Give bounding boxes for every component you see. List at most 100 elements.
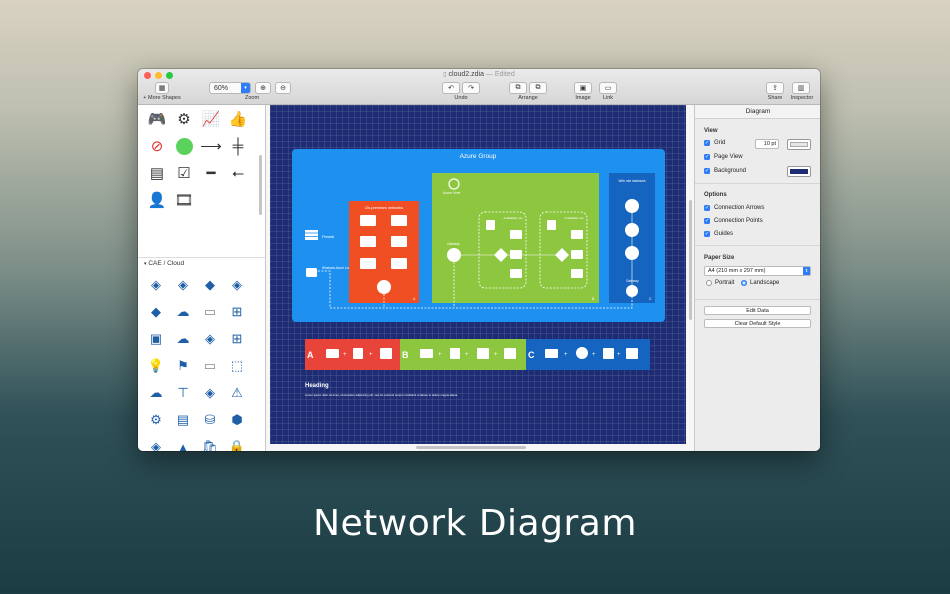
cloud-service-icon[interactable]: ◈ (173, 275, 193, 295)
gears-icon[interactable]: ⚙ (173, 108, 195, 130)
cloud-service-icon[interactable]: ◆ (200, 275, 220, 295)
checkmark-icon[interactable]: ✓ (704, 140, 710, 146)
user-silhouette-icon[interactable]: 👤 (146, 189, 168, 211)
vnet-gateway-label: Gateway (447, 242, 460, 246)
portrait-label: Portrait (715, 280, 735, 286)
section-divider (695, 245, 820, 246)
speech-bubble-icon[interactable] (173, 135, 195, 157)
cae-cloud-section-header[interactable]: ▾ CAE / Cloud (138, 257, 265, 269)
flow-database-icon (353, 348, 363, 359)
lock-icon[interactable]: 🔒 (227, 437, 247, 451)
heading-text: Heading (305, 383, 329, 389)
cloud-upload-icon[interactable]: ☁ (173, 302, 193, 322)
arrange-front-button[interactable]: ⧉ (529, 82, 547, 94)
view-section-title: View (704, 128, 718, 134)
zoom-in-button[interactable]: ⊕ (255, 82, 271, 94)
paper-size-select[interactable]: A4 (210 mm x 297 mm) ⇕ (704, 266, 811, 276)
dashed-box-icon[interactable]: ⬚ (227, 356, 247, 376)
more-shapes-label: + More Shapes (143, 95, 181, 101)
diagram-page[interactable]: Azure Group Firewall Windows Azure Load … (270, 105, 686, 444)
link-button[interactable]: ▭ (599, 82, 617, 94)
page-view-checkbox-row[interactable]: ✓ Page View (704, 154, 743, 160)
thumbs-up-icon[interactable]: 👍 (227, 108, 249, 130)
share-button[interactable]: ⇪ (766, 82, 784, 94)
shopping-bag-icon[interactable]: 🛍 (200, 437, 220, 451)
cloud-service-icon[interactable]: ◈ (146, 437, 166, 451)
cloud-service-icon[interactable]: ◆ (146, 302, 166, 322)
connection-arrows-checkbox-row[interactable]: ✓ Connection Arrows (704, 205, 764, 211)
slider-icon[interactable]: ╪ (227, 135, 249, 157)
database-icon[interactable]: ⛁ (200, 410, 220, 430)
gamepad-icon[interactable]: 🎮 (146, 108, 168, 130)
checklist-icon[interactable]: ☑ (173, 162, 195, 184)
vertical-scrollbar[interactable] (689, 200, 692, 320)
inspector-button[interactable]: ▥ (792, 82, 810, 94)
landscape-radio-row[interactable]: Landscape (741, 280, 779, 286)
line-chart-icon[interactable]: 📈 (200, 108, 222, 130)
vnet-title: Azure Vnet (443, 191, 460, 195)
server-icon[interactable]: ▤ (173, 410, 193, 430)
radio-off-icon[interactable] (706, 280, 712, 286)
options-section-title: Options (704, 192, 727, 198)
checkmark-icon[interactable]: ✓ (704, 205, 710, 211)
warning-icon[interactable]: ⚠ (227, 383, 247, 403)
monitor-icon[interactable]: ▣ (146, 329, 166, 349)
grid-color-well[interactable] (787, 139, 811, 150)
router-icon (377, 280, 391, 294)
grid-checkbox-row[interactable]: ✓ Grid (704, 140, 725, 146)
cloud-sync-icon[interactable]: ☁ (173, 329, 193, 349)
horizontal-scrollbar[interactable] (416, 446, 526, 449)
lightbulb-icon[interactable]: 💡 (146, 356, 166, 376)
edit-data-button[interactable]: Edit Data (704, 306, 811, 315)
hierarchy-icon[interactable]: ⊤ (173, 383, 193, 403)
inspector-icon: ▥ (797, 85, 805, 92)
background-color-well[interactable] (787, 166, 811, 177)
usb-icon[interactable]: ⭠ (227, 162, 249, 184)
radio-on-icon[interactable] (741, 280, 747, 286)
cloud-service-icon[interactable]: ◈ (200, 329, 220, 349)
image-button[interactable]: ▣ (574, 82, 592, 94)
more-shapes-button[interactable]: ▦ (155, 82, 169, 94)
canvas-area[interactable]: Azure Group Firewall Windows Azure Load … (266, 105, 694, 451)
undo-button[interactable]: ↶ (442, 82, 460, 94)
redo-button[interactable]: ↷ (462, 82, 480, 94)
clear-default-style-button[interactable]: Clear Default Style (704, 319, 811, 328)
checkmark-icon[interactable]: ✓ (704, 218, 710, 224)
hexagon-icon[interactable]: ⬢ (227, 410, 247, 430)
placeholder-icon[interactable]: ▭ (200, 356, 220, 376)
library-scrollbar[interactable] (259, 155, 262, 215)
grid-size-field[interactable]: 10 pt (755, 139, 779, 149)
connection-points-checkbox-row[interactable]: ✓ Connection Points (704, 218, 763, 224)
checkmark-icon[interactable]: ✓ (704, 231, 710, 237)
document-list-icon[interactable]: ▤ (146, 162, 168, 184)
checkmark-icon[interactable]: ✓ (704, 154, 710, 160)
network-topology-icon[interactable]: ⊞ (227, 302, 247, 322)
zoom-out-button[interactable]: ⊖ (275, 82, 291, 94)
background-checkbox-row[interactable]: ✓ Background (704, 168, 746, 174)
body-text: Lorem ipsum dolor sit amet, consectetur … (305, 393, 458, 397)
arrange-back-button[interactable]: ⧉ (509, 82, 527, 94)
cloud-link-icon[interactable]: ☁ (146, 383, 166, 403)
settings-flow-icon[interactable]: ⚙ (146, 410, 166, 430)
flag-icon[interactable]: ⚑ (173, 356, 193, 376)
checkmark-icon[interactable]: ✓ (704, 168, 710, 174)
plus-icon: + (465, 352, 469, 358)
inspector-label: Inspector (790, 95, 814, 101)
cloud-service-icon[interactable]: ◈ (146, 275, 166, 295)
share-icon: ⇪ (772, 85, 778, 92)
section-divider (695, 299, 820, 300)
azure-triangle-icon[interactable]: ▲ (173, 437, 193, 452)
cloud-service-icon[interactable]: ◈ (200, 383, 220, 403)
connector-line-icon[interactable]: ⟶ (200, 135, 222, 157)
zoom-select[interactable]: 60% ▾ (209, 82, 251, 94)
cable-icon[interactable]: ━ (200, 162, 222, 184)
placeholder-icon[interactable]: ▭ (200, 302, 220, 322)
no-entry-icon[interactable]: ⊘ (146, 135, 168, 157)
cloud-service-icon[interactable]: ◈ (227, 275, 247, 295)
portrait-radio-row[interactable]: Portrait (706, 280, 734, 286)
grid-network-icon[interactable]: ⊞ (227, 329, 247, 349)
page-view-label: Page View (714, 154, 743, 160)
flow-storage-icon (504, 348, 516, 359)
guides-checkbox-row[interactable]: ✓ Guides (704, 231, 733, 237)
film-strip-icon[interactable]: 🎞 (173, 189, 195, 211)
